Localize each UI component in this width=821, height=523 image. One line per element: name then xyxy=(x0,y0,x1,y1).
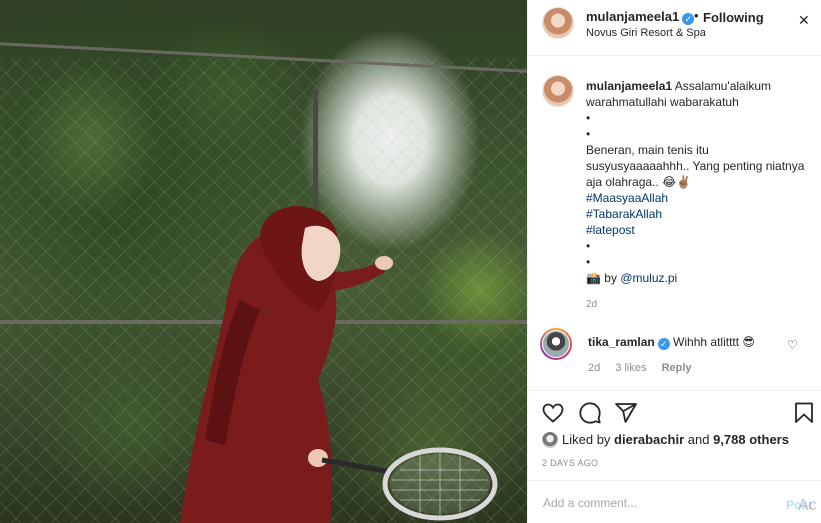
post-header: mulanjameela1 ✓ • Following Novus Giri Re… xyxy=(528,0,821,56)
caption-username[interactable]: mulanjameela1 xyxy=(586,79,672,93)
post-photo[interactable] xyxy=(0,0,527,523)
post-timestamp[interactable]: 2 DAYS AGO xyxy=(542,458,598,468)
commenter-username[interactable]: tika_ramlan xyxy=(588,335,655,349)
hashtag-link[interactable]: #MaasyaaAllah xyxy=(586,190,812,206)
action-bar xyxy=(528,390,821,435)
commenter-avatar[interactable] xyxy=(540,328,572,360)
hashtag-link[interactable]: #TabarakAllah xyxy=(586,206,812,222)
follow-separator: • xyxy=(694,8,699,23)
liked-by-prefix: Liked by xyxy=(562,432,611,447)
author-username[interactable]: mulanjameela1 ✓ xyxy=(586,9,695,25)
tennis-player-figure xyxy=(180,206,498,523)
caption-age[interactable]: 2d xyxy=(586,299,597,310)
reply-button[interactable]: Reply xyxy=(662,362,692,374)
caption-bullet: • xyxy=(586,255,591,269)
caption-body: Beneran, main tenis itu susyusyaaaaahhh.… xyxy=(586,143,805,189)
camera-emoji: 📸 xyxy=(586,271,601,285)
likes-count[interactable]: 9,788 others xyxy=(713,432,789,447)
credit-prefix: by xyxy=(604,271,617,285)
hashtag-link[interactable]: #latepost xyxy=(586,222,812,238)
liker-username[interactable]: dierabachir xyxy=(614,432,684,447)
credit-handle-link[interactable]: @muluz.pi xyxy=(620,271,677,285)
comment-icon[interactable] xyxy=(578,401,602,425)
bookmark-icon[interactable] xyxy=(792,401,816,425)
add-comment-bar: Post Ac xyxy=(528,480,821,523)
liker-avatar[interactable] xyxy=(542,432,558,448)
likes-summary: Liked by dierabachir and 9,788 others xyxy=(542,432,789,448)
location-link[interactable]: Novus Giri Resort & Spa xyxy=(586,27,706,39)
following-button[interactable]: Following xyxy=(703,10,764,25)
author-avatar[interactable] xyxy=(542,7,574,39)
paper-plane-icon[interactable] xyxy=(614,401,638,425)
comment-likes[interactable]: 3 likes xyxy=(615,362,646,374)
comment-age[interactable]: 2d xyxy=(588,362,600,374)
post-side-panel: mulanjameela1 ✓ • Following Novus Giri Re… xyxy=(527,0,821,523)
comment-row: tika_ramlan ✓ Wihhh atlitttt 😎 ♡ 2d 3 lik… xyxy=(528,328,821,378)
comment-emoji: 😎 xyxy=(742,335,755,349)
caption-bullet: • xyxy=(586,239,591,253)
watermark-text: Ac xyxy=(798,497,817,514)
liked-by-joiner: and xyxy=(687,432,710,447)
caption-text: mulanjameela1 Assalamu'alaikum warahmatu… xyxy=(586,78,812,286)
comment-like-icon[interactable]: ♡ xyxy=(787,338,798,352)
heart-outline-icon[interactable] xyxy=(541,401,565,425)
verified-badge-icon: ✓ xyxy=(657,338,670,350)
commenter-avatar-image xyxy=(542,330,570,358)
comment-text: tika_ramlan ✓ Wihhh atlitttt 😎 xyxy=(588,335,755,350)
comment-input[interactable] xyxy=(541,495,765,511)
caption-avatar[interactable] xyxy=(542,75,574,107)
caption-emojis: 😂✌🏽 xyxy=(662,175,692,189)
caption-bullet: • xyxy=(586,111,591,125)
verified-badge-icon: ✓ xyxy=(682,13,695,25)
caption-bullet: • xyxy=(586,127,591,141)
close-icon[interactable]: ✕ xyxy=(798,12,810,29)
author-username-text[interactable]: mulanjameela1 xyxy=(586,9,679,24)
comment-body: Wihhh atlitttt xyxy=(673,335,740,349)
comment-meta: 2d 3 likes Reply xyxy=(588,362,704,374)
